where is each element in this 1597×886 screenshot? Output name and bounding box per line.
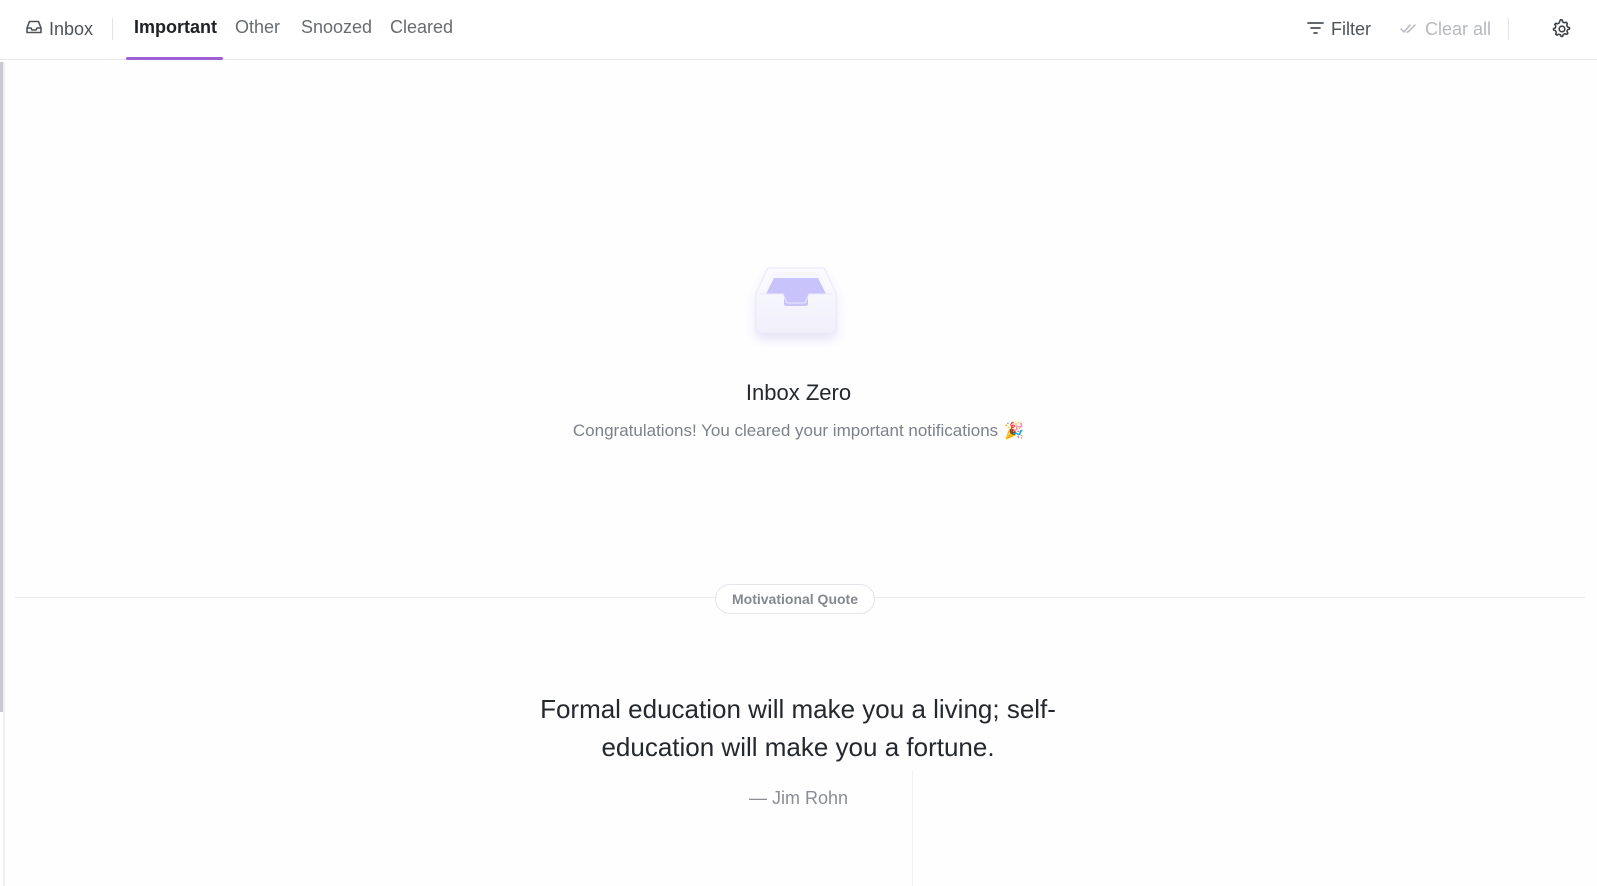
- header-divider: [112, 18, 113, 40]
- inbox-header: Inbox Important Other Snoozed Cleared Fi…: [0, 0, 1597, 60]
- inbox-title-label: Inbox: [49, 18, 94, 39]
- tab-other[interactable]: Other: [235, 17, 280, 41]
- filter-label: Filter: [1331, 18, 1371, 39]
- tab-cleared[interactable]: Cleared: [390, 17, 453, 41]
- inbox-tray-illustration: [746, 265, 846, 347]
- empty-state-subtitle: Congratulations! You cleared your import…: [0, 421, 1597, 441]
- empty-state-subtitle-text: Congratulations! You cleared your import…: [572, 421, 999, 440]
- quote-text: Formal education will make you a living;…: [540, 694, 1056, 762]
- empty-state-title: Inbox Zero: [745, 380, 852, 405]
- quote-badge: Motivational Quote: [715, 584, 875, 614]
- gear-icon[interactable]: [1552, 18, 1572, 39]
- inbox-page: Inbox Important Other Snoozed Cleared Fi…: [0, 0, 1597, 886]
- quote-author: — Jim Rohn: [748, 788, 849, 808]
- left-panel-shadow: [3, 62, 5, 886]
- inbox-title: Inbox: [25, 17, 93, 41]
- clear-all-label: Clear all: [1425, 18, 1492, 39]
- tab-snoozed[interactable]: Snoozed: [301, 17, 372, 41]
- clear-all-button[interactable]: Clear all: [1400, 17, 1491, 41]
- filter-button[interactable]: Filter: [1307, 17, 1371, 41]
- background-divider: [912, 770, 913, 886]
- tab-important[interactable]: Important: [134, 17, 217, 41]
- filter-icon: [1307, 19, 1324, 40]
- double-check-icon: [1400, 19, 1418, 40]
- active-tab-indicator: [126, 57, 223, 60]
- header-divider-right: [1508, 18, 1509, 40]
- party-popper-icon: 🎉: [1004, 423, 1025, 440]
- inbox-tray-icon: [25, 18, 43, 41]
